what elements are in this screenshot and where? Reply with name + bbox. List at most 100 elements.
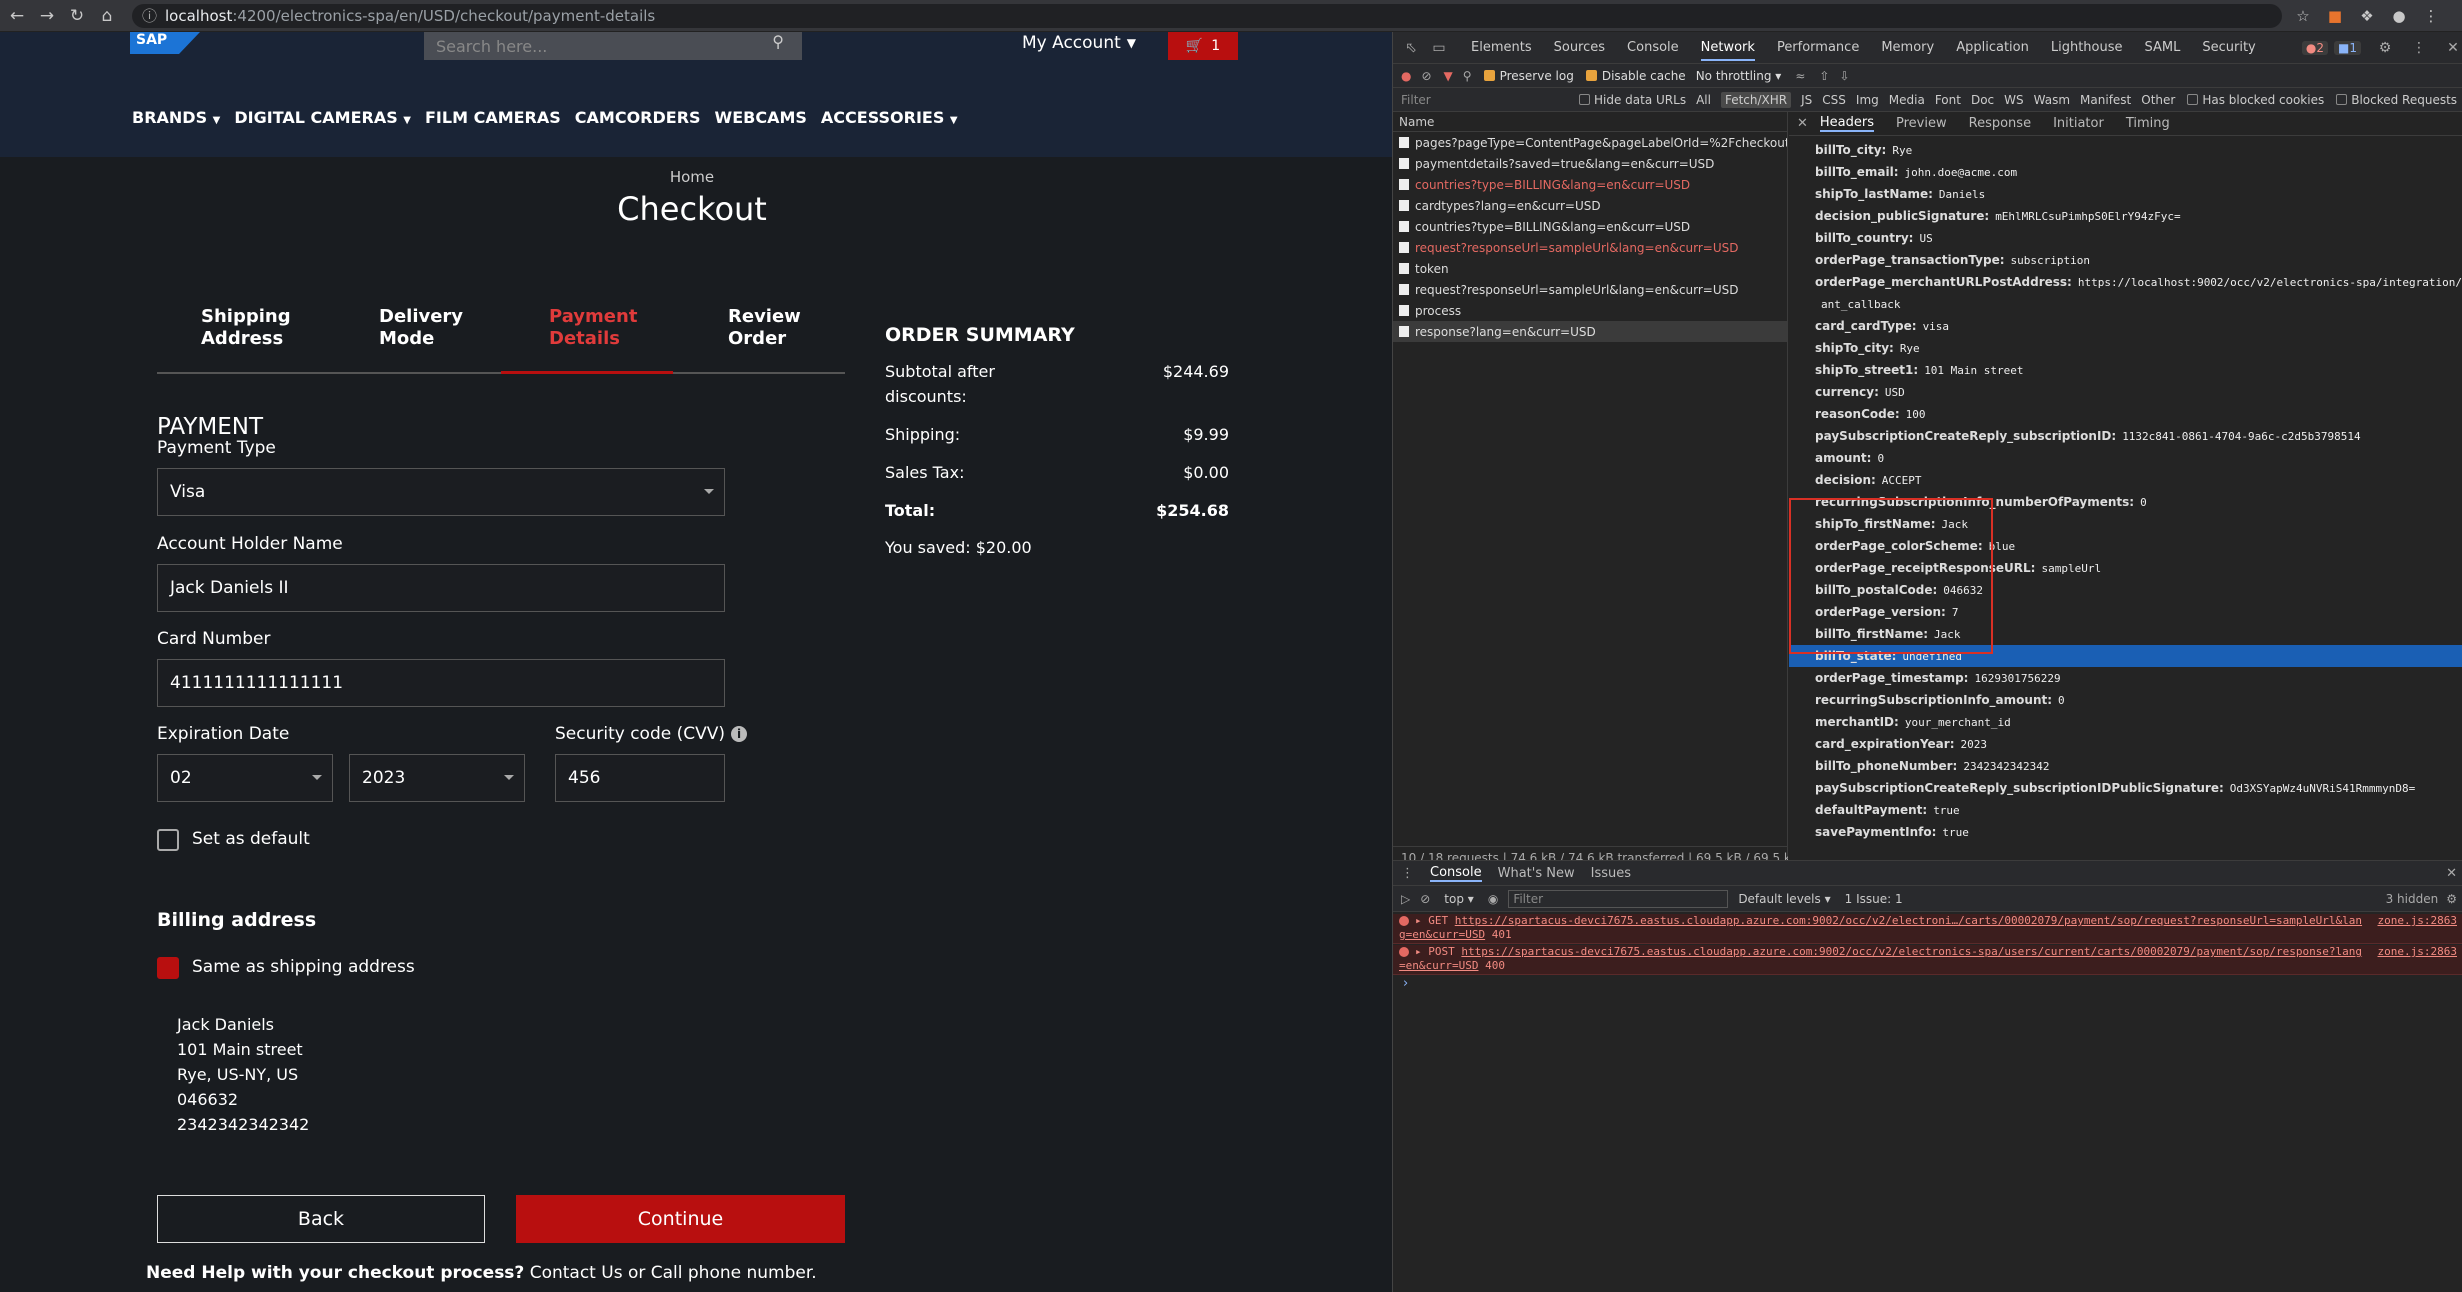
bookmark-star-icon[interactable]: ☆ [2292,5,2314,27]
type-filter-all[interactable]: All [1696,93,1711,107]
context-select[interactable]: top ▾ [1444,892,1474,906]
type-filter-manifest[interactable]: Manifest [2080,93,2131,107]
tab-preview[interactable]: Preview [1896,116,1947,131]
default-levels-select[interactable]: Default levels ▾ [1738,892,1830,906]
form-data-row[interactable]: paySubscriptionCreateReply_subscriptionI… [1789,425,2462,447]
blocked-requests-checkbox[interactable] [2336,94,2348,105]
menu-dots-icon[interactable]: ⋮ [2420,5,2442,27]
error-url-link[interactable]: https://spartacus-devci7675.eastus.cloud… [1461,945,2362,958]
tab-initiator[interactable]: Initiator [2053,116,2104,131]
device-toggle-icon[interactable]: ▭ [1429,40,1449,56]
same-as-shipping-checkbox[interactable] [157,957,179,979]
tab-whats-new[interactable]: What's New [1498,866,1575,881]
request-row-selected[interactable]: response?lang=en&curr=USD [1393,321,1787,342]
disable-cache-checkbox[interactable] [1585,70,1597,81]
tab-performance[interactable]: Performance [1777,40,1859,55]
form-data-row[interactable]: orderPage_colorScheme: blue [1789,535,2462,557]
tab-application[interactable]: Application [1956,40,2029,55]
form-data-row[interactable]: defaultPayment: true [1789,799,2462,821]
type-filter-doc[interactable]: Doc [1971,93,1994,107]
tab-issues[interactable]: Issues [1591,866,1631,881]
type-filter-img[interactable]: Img [1856,93,1879,107]
nav-digital-cameras[interactable]: DIGITAL CAMERAS ▼ [234,108,411,127]
form-data-row[interactable]: shipTo_city: Rye [1789,337,2462,359]
form-data-row[interactable]: orderPage_merchantURLPostAddress: https:/… [1789,271,2462,293]
filter-icon[interactable]: ▼ [1444,69,1453,83]
tab-security[interactable]: Security [2202,40,2255,55]
console-error-line[interactable]: ▸ GET https://spartacus-devci7675.eastus… [1393,914,2462,944]
request-row[interactable]: cardtypes?lang=en&curr=USD [1393,195,1787,216]
set-default-checkbox[interactable] [157,829,179,851]
type-filter-wasm[interactable]: Wasm [2034,93,2070,107]
blocked-cookies-checkbox[interactable] [2187,94,2199,105]
name-column-header[interactable]: Name [1393,112,1787,132]
sap-logo[interactable]: SAP [130,32,200,54]
step-review-order[interactable]: Review Order [728,306,801,350]
close-icon[interactable]: ✕ [2446,866,2457,881]
form-data-row[interactable]: billTo_firstName: Jack [1789,623,2462,645]
forward-arrow-icon[interactable]: → [34,3,60,29]
clear-icon[interactable]: ⊘ [1421,69,1431,83]
cvv-input[interactable]: 456 [555,754,725,802]
form-data-row[interactable]: savePaymentInfo: true [1789,821,2462,843]
search-input[interactable]: Search here... ⚲ [424,32,802,60]
form-data-row[interactable]: billTo_country: US [1789,227,2462,249]
form-data-row[interactable]: billTo_email: john.doe@acme.com [1789,161,2462,183]
wifi-icon[interactable]: ≈ [1795,69,1805,83]
puzzle-icon[interactable]: ❖ [2356,5,2378,27]
nav-accessories[interactable]: ACCESSORIES ▼ [821,108,958,127]
tab-memory[interactable]: Memory [1881,40,1934,55]
inspect-element-icon[interactable]: ⬁ [1401,40,1421,56]
address-bar[interactable]: ⓘ localhost:4200/electronics-spa/en/USD/… [132,3,2282,28]
form-data-row[interactable]: recurringSubscriptionInfo_amount: 0 [1789,689,2462,711]
type-filter-font[interactable]: Font [1935,93,1961,107]
form-data-row[interactable]: billTo_city: Rye [1789,139,2462,161]
form-data-row[interactable]: orderPage_version: 7 [1789,601,2462,623]
tab-lighthouse[interactable]: Lighthouse [2051,40,2123,55]
tab-headers[interactable]: Headers [1819,115,1875,132]
form-data-row[interactable]: decision_publicSignature: mEhlMRLCsuPimhp… [1789,205,2462,227]
tab-response[interactable]: Response [1969,116,2031,131]
form-data-row[interactable]: decision: ACCEPT [1789,469,2462,491]
hide-data-urls-checkbox[interactable] [1579,94,1590,105]
form-data-row[interactable]: card_expirationYear: 2023 [1789,733,2462,755]
error-source-link[interactable]: zone.js:2863 [2378,914,2457,928]
upload-icon[interactable]: ⇧ [1819,69,1829,83]
gear-icon[interactable]: ⚙ [2446,892,2457,906]
error-count-badge[interactable]: ●2 [2301,40,2329,55]
close-icon[interactable]: ✕ [2443,40,2462,56]
form-data-row[interactable]: shipTo_firstName: Jack [1789,513,2462,535]
form-data-row[interactable]: currency: USD [1789,381,2462,403]
request-row-error[interactable]: countries?type=BILLING&lang=en&curr=USD [1393,174,1787,195]
form-data-row[interactable]: amount: 0 [1789,447,2462,469]
tab-elements[interactable]: Elements [1471,40,1532,55]
search-icon[interactable]: ⚲ [772,32,784,51]
form-data-row[interactable]: merchantID: your_merchant_id [1789,711,2462,733]
form-data-row[interactable]: billTo_postalCode: 046632 [1789,579,2462,601]
card-number-input[interactable]: 4111111111111111 [157,659,725,707]
download-icon[interactable]: ⇩ [1839,69,1849,83]
tab-console[interactable]: Console [1627,40,1679,55]
console-error-line[interactable]: ▸ POST https://spartacus-devci7675.eastu… [1393,945,2462,975]
form-data-row[interactable]: billTo_state: undefined [1789,645,2462,667]
record-icon[interactable]: ● [1401,69,1411,83]
sidebar-toggle-icon[interactable]: ▷ [1401,892,1410,906]
info-icon[interactable]: ⓘ [142,5,157,26]
form-data-row[interactable]: orderPage_transactionType: subscription [1789,249,2462,271]
nav-webcams[interactable]: WEBCAMS [715,108,807,127]
continue-button[interactable]: Continue [516,1195,845,1243]
info-count-badge[interactable]: ■1 [2334,40,2361,55]
nav-film-cameras[interactable]: FILM CAMERAS [425,108,561,127]
throttling-select[interactable]: No throttling ▾ [1696,69,1782,83]
payment-type-select[interactable]: Visa [157,468,725,516]
reload-icon[interactable]: ↻ [64,3,90,29]
home-icon[interactable]: ⌂ [94,3,120,29]
nav-brands[interactable]: BRANDS ▼ [132,108,220,127]
close-icon[interactable]: ✕ [1797,116,1808,131]
request-row[interactable]: pages?pageType=ContentPage&pageLabelOrId… [1393,132,1787,153]
menu-dots-icon[interactable]: ⋮ [2409,40,2429,56]
profile-icon[interactable]: ● [2388,5,2410,27]
tab-timing[interactable]: Timing [2126,116,2170,131]
help-contact-link[interactable]: Contact Us or Call phone number. [524,1263,817,1283]
type-filter-other[interactable]: Other [2141,93,2175,107]
